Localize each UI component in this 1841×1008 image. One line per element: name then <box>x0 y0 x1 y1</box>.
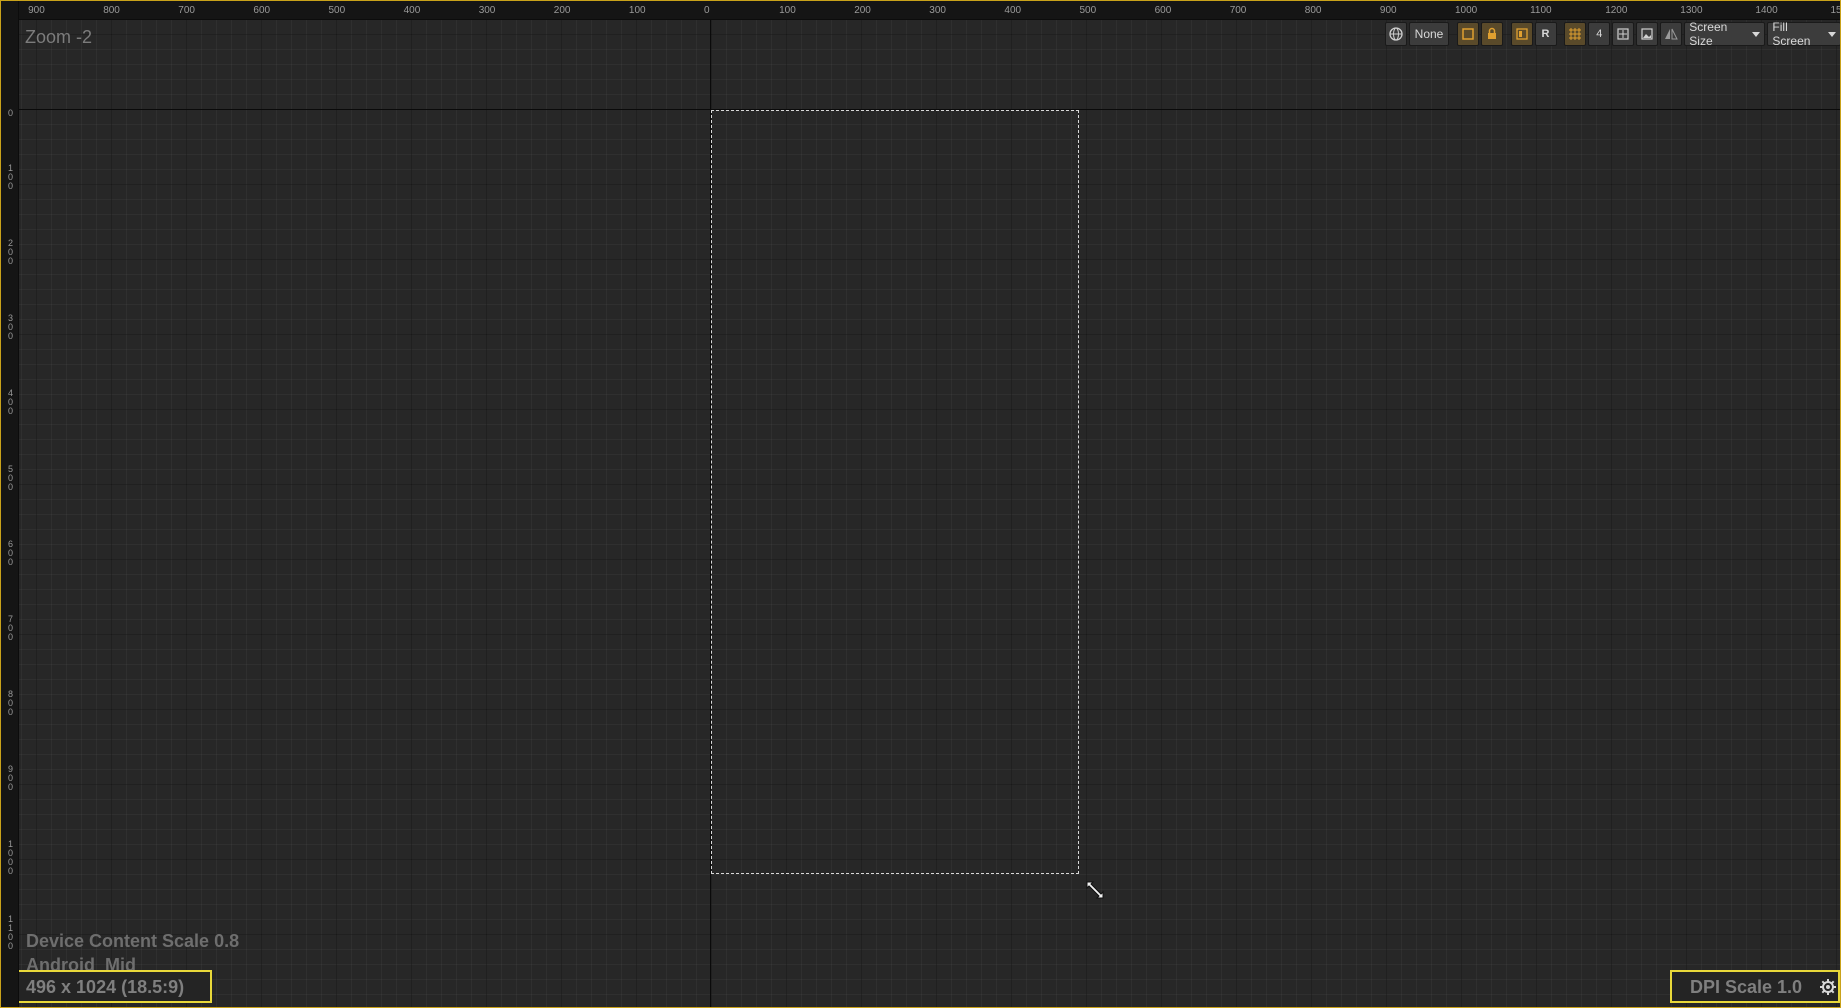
top-ruler-label: 700 <box>1229 5 1247 16</box>
resolution-box: 496 x 1024 (18.5:9) <box>19 970 212 1003</box>
dpi-scale-label: DPI Scale 1.0 <box>1690 977 1803 997</box>
grid-snap-toggle-button[interactable] <box>1564 22 1587 46</box>
layout-toggle-button[interactable] <box>1510 22 1533 46</box>
left-ruler-label: 300 <box>7 313 13 342</box>
top-ruler-label: 400 <box>1004 5 1022 16</box>
top-ruler-label: 200 <box>553 5 571 16</box>
left-ruler-label: 0 <box>7 108 13 118</box>
localization-dropdown[interactable]: None <box>1409 22 1449 46</box>
top-ruler-label: 900 <box>1379 5 1397 16</box>
top-ruler-label: 600 <box>1154 5 1172 16</box>
resolution-label: 496 x 1024 (18.5:9) <box>26 977 185 997</box>
localization-preview-button[interactable] <box>1385 22 1407 46</box>
device-content-scale-label: Device Content Scale 0.8 <box>26 931 240 951</box>
top-ruler-label: 1000 <box>1455 5 1478 16</box>
screen-bounds-outline <box>711 110 1079 874</box>
top-ruler-label: 700 <box>178 5 195 16</box>
dpi-scale-box[interactable]: DPI Scale 1.0 <box>1670 970 1840 1003</box>
top-ruler-label: 500 <box>1079 5 1097 16</box>
left-ruler-label: 100 <box>7 163 13 192</box>
left-ruler-label: 600 <box>7 538 13 567</box>
flip-icon <box>1665 28 1679 40</box>
top-ruler-label: 1300 <box>1680 5 1703 16</box>
left-ruler-label: 1000 <box>7 839 13 876</box>
top-ruler-label: 1100 <box>1530 5 1552 16</box>
left-ruler-label: 900 <box>7 763 13 792</box>
outline-toggle-button[interactable] <box>1456 22 1479 46</box>
top-ruler-label: 1200 <box>1605 5 1628 16</box>
chevron-down-icon <box>1828 31 1837 37</box>
respect-locks-label: R <box>1541 28 1550 40</box>
image-icon <box>1641 28 1653 40</box>
chevron-down-icon <box>1752 31 1761 37</box>
top-ruler-label: 900 <box>28 5 45 16</box>
top-ruler-label: 0 <box>704 5 710 16</box>
left-ruler-label: 200 <box>7 238 13 267</box>
zoom-level-label: Zoom -2 <box>25 27 93 47</box>
top-ruler-label: 800 <box>1304 5 1322 16</box>
fill-screen-dropdown[interactable]: Fill Screen <box>1767 20 1841 48</box>
top-ruler-label: 500 <box>328 5 346 16</box>
grid-icon <box>1569 28 1582 40</box>
top-ruler-label: 600 <box>253 5 271 16</box>
top-ruler-label: 100 <box>628 5 646 16</box>
flip-toggle-button[interactable] <box>1660 22 1683 46</box>
lock-icon <box>1487 27 1496 39</box>
left-ruler-label: 500 <box>7 463 13 492</box>
globe-icon <box>1389 27 1403 41</box>
left-ruler-label: 700 <box>7 613 13 642</box>
top-ruler-label: 400 <box>403 5 421 16</box>
screen-size-dropdown[interactable]: Screen Size <box>1684 20 1766 48</box>
designer-canvas[interactable]: Zoom -2 Device Content Scale 0.8 Android… <box>19 20 1840 1007</box>
left-ruler-label: 1100 <box>7 914 13 952</box>
left-ruler: 0 100 200 300 400 500 600 700 800 900 1000 1100 <box>1 1 19 1007</box>
grid-snap-value: 4 <box>1596 28 1603 40</box>
zoom-fit-icon <box>1617 28 1629 40</box>
zoom-to-fit-button[interactable] <box>1612 22 1635 46</box>
top-ruler-label: 15 <box>1830 5 1841 16</box>
top-ruler-label: 200 <box>854 5 871 16</box>
top-ruler-label: 300 <box>929 5 946 16</box>
left-ruler-label: 800 <box>7 688 13 717</box>
gear-icon[interactable] <box>1820 979 1836 995</box>
viewport-toolbar: None R 4 Screen Size Fill Screen <box>1385 20 1841 48</box>
resize-arrow-icon[interactable] <box>1084 879 1106 901</box>
left-ruler-label: 400 <box>7 388 13 417</box>
layout-icon <box>1515 28 1528 40</box>
fill-screen-label: Fill Screen <box>1772 20 1811 48</box>
lock-toggle-button[interactable] <box>1480 22 1503 46</box>
localization-value: None <box>1414 27 1444 41</box>
top-ruler-label: 300 <box>478 5 496 16</box>
top-ruler-label: 800 <box>103 5 120 16</box>
grid-snap-value-dropdown[interactable]: 4 <box>1588 22 1611 46</box>
top-ruler-label: 1400 <box>1755 5 1778 16</box>
top-ruler: 900 800 700 600 500 400 300 200 100 0 100 200 300 400… <box>18 1 1840 20</box>
background-toggle-button[interactable] <box>1636 22 1659 46</box>
top-ruler-label: 100 <box>779 5 796 16</box>
screen-size-label: Screen Size <box>1689 20 1728 48</box>
respect-locks-button[interactable]: R <box>1534 22 1557 46</box>
outline-icon <box>1462 28 1474 40</box>
